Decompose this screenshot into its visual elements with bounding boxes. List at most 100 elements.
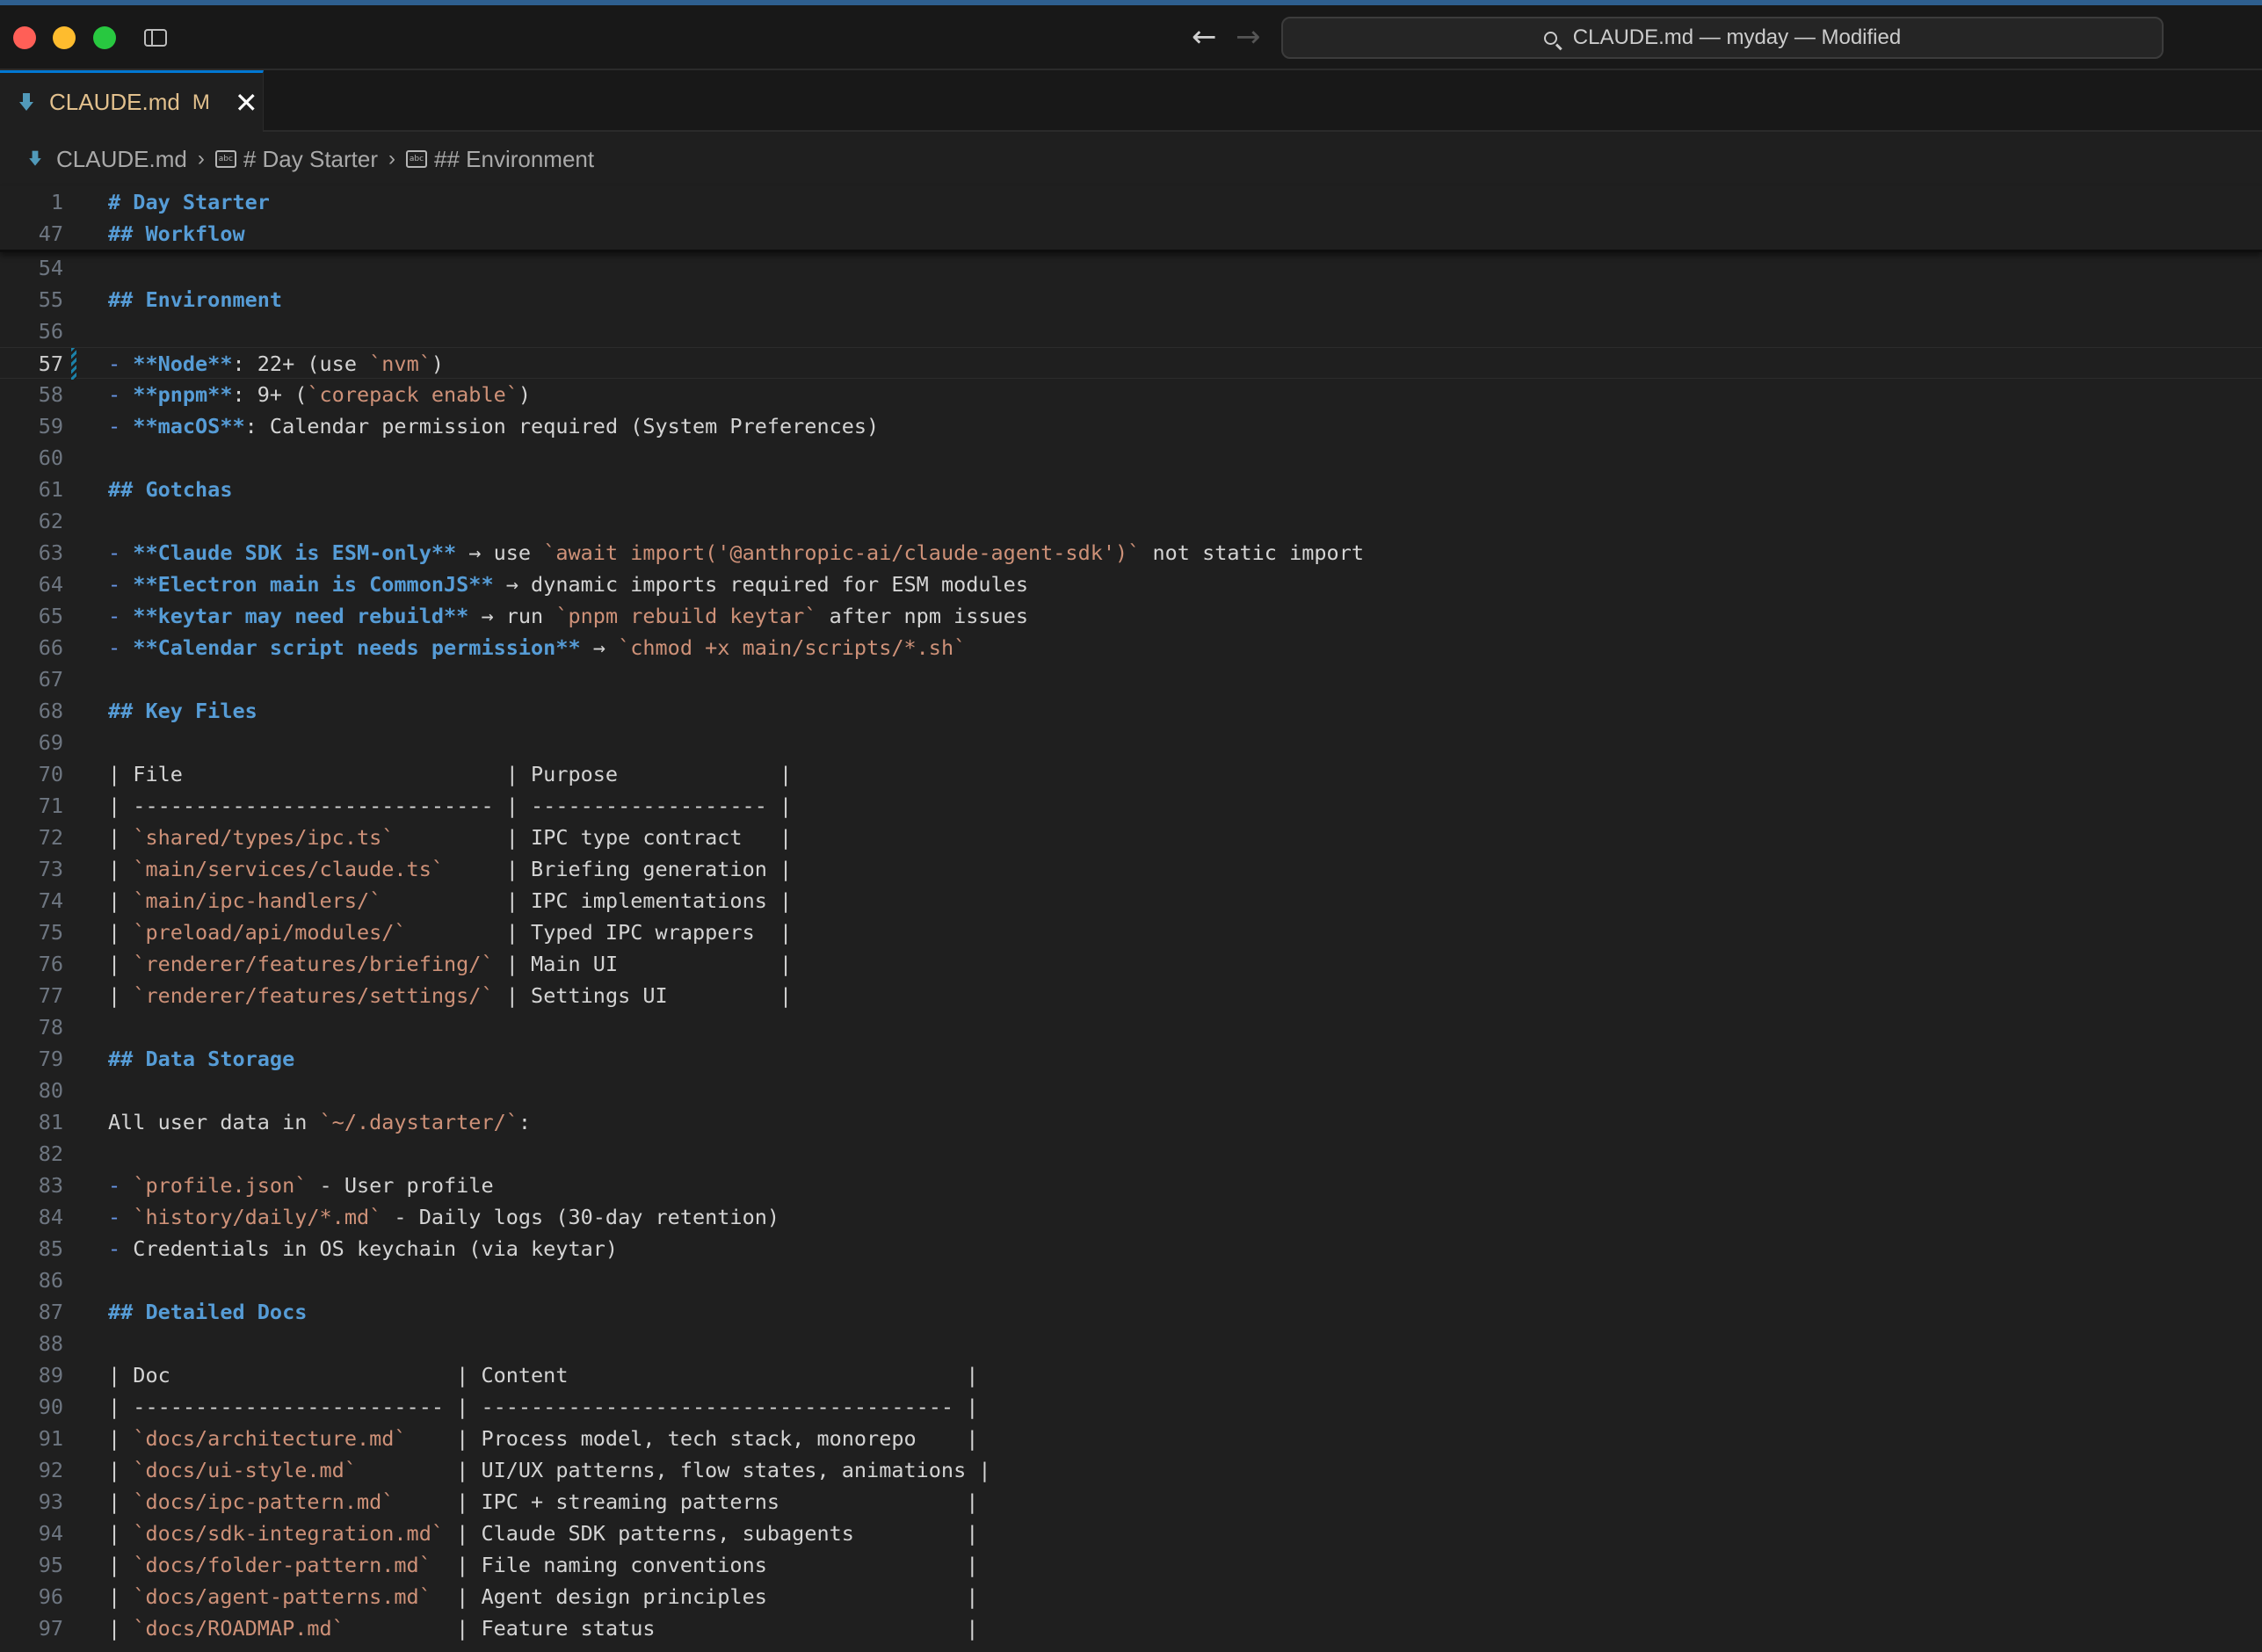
code-line[interactable]: 89 | Doc | Content |	[0, 1359, 2262, 1391]
line-number: 1	[50, 190, 63, 214]
code-line[interactable]: 93 | `docs/ipc-pattern.md` | IPC + stream…	[0, 1486, 2262, 1518]
code-line[interactable]: 59 - **macOS**: Calendar permission requi…	[0, 410, 2262, 442]
zoom-window-button[interactable]	[93, 26, 116, 49]
line-content: | `preload/api/modules/` | Typed IPC wra…	[108, 917, 792, 948]
code-line[interactable]: 64 - **Electron main is CommonJS** → dyna…	[0, 569, 2262, 600]
code-line[interactable]: 81 All user data in `~/.daystarter/`:	[0, 1106, 2262, 1138]
code-line[interactable]: 84 - `history/daily/*.md` - Daily logs (3…	[0, 1201, 2262, 1233]
code-line[interactable]: 62	[0, 505, 2262, 537]
chevron-right-icon: ›	[388, 147, 395, 170]
token: | Process model, tech stack, monorepo |	[406, 1426, 979, 1451]
code-line[interactable]: 76 | `renderer/features/briefing/` | Main…	[0, 948, 2262, 980]
sticky-line[interactable]: 47 ## Workflow	[0, 218, 2262, 250]
breadcrumb-heading-1[interactable]: # Day Starter	[243, 146, 378, 173]
line-number: 57	[38, 351, 63, 376]
line-number: 78	[38, 1015, 63, 1040]
line-number: 89	[38, 1363, 63, 1388]
code-line[interactable]: 80	[0, 1075, 2262, 1106]
code-line[interactable]: 57 - **Node**: 22+ (use `nvm`)	[0, 347, 2262, 380]
breadcrumb-file[interactable]: CLAUDE.md	[56, 146, 187, 173]
code-line[interactable]: 56	[0, 315, 2262, 347]
code-line[interactable]: 94 | `docs/sdk-integration.md` | Claude S…	[0, 1518, 2262, 1549]
line-content: | `docs/sdk-integration.md` | Claude SDK…	[108, 1518, 978, 1549]
code-line[interactable]: 55 ## Environment	[0, 284, 2262, 315]
token: →	[580, 635, 619, 660]
line-content: - **Claude SDK is ESM-only** → use `awai…	[108, 537, 1364, 569]
line-number: 85	[38, 1236, 63, 1261]
tab-claude-md[interactable]: CLAUDE.md M ✕	[0, 70, 264, 132]
code-line[interactable]: 75 | `preload/api/modules/` | Typed IPC w…	[0, 917, 2262, 948]
close-window-button[interactable]	[13, 26, 36, 49]
chevron-right-icon: ›	[197, 147, 205, 170]
code-line[interactable]: 82	[0, 1138, 2262, 1170]
line-number: 97	[38, 1616, 63, 1641]
code-line[interactable]: 83 - `profile.json` - User profile	[0, 1170, 2262, 1201]
line-number: 62	[38, 509, 63, 533]
token: `main/services/claude.ts`	[133, 857, 445, 881]
code-line[interactable]: 87 ## Detailed Docs	[0, 1296, 2262, 1328]
forward-arrow-icon[interactable]: →	[1236, 19, 1261, 54]
line-content: | `renderer/features/briefing/` | Main U…	[108, 948, 792, 980]
line-number: 83	[38, 1173, 63, 1198]
token: **Electron main is CommonJS**	[133, 572, 494, 597]
line-content: ## Gotchas	[108, 474, 232, 505]
code-line[interactable]: 91 | `docs/architecture.md` | Process mod…	[0, 1423, 2262, 1454]
token: `docs/sdk-integration.md`	[133, 1521, 445, 1546]
code-line[interactable]: 85 - Credentials in OS keychain (via keyt…	[0, 1233, 2262, 1264]
code-line[interactable]: 90 | ------------------------- | --------…	[0, 1391, 2262, 1423]
code-line[interactable]: 88	[0, 1328, 2262, 1359]
code-line[interactable]: 74 | `main/ipc-handlers/` | IPC implement…	[0, 885, 2262, 917]
code-line[interactable]: 77 | `renderer/features/settings/` | Sett…	[0, 980, 2262, 1011]
close-icon[interactable]: ✕	[235, 89, 258, 117]
code-line[interactable]: 78	[0, 1011, 2262, 1043]
token: -	[108, 351, 134, 376]
code-editor[interactable]: 1 # Day Starter 47 ## Workflow 54 55 ## Envir…	[0, 186, 2262, 1652]
breadcrumb-heading-2[interactable]: ## Environment	[434, 146, 594, 173]
token: | Claude SDK patterns, subagents |	[444, 1521, 979, 1546]
code-line[interactable]: 54	[0, 252, 2262, 284]
token: |	[108, 1458, 134, 1482]
command-center-search[interactable]: CLAUDE.md — myday — Modified	[1281, 17, 2164, 59]
line-number: 65	[38, 604, 63, 628]
token: |	[108, 857, 134, 881]
line-number: 90	[38, 1395, 63, 1419]
back-arrow-icon[interactable]: ←	[1192, 19, 1217, 54]
token: → dynamic imports required for ESM modul…	[493, 572, 1028, 597]
code-line[interactable]: 95 | `docs/folder-pattern.md` | File nami…	[0, 1549, 2262, 1581]
line-content: | `main/ipc-handlers/` | IPC implementat…	[108, 885, 792, 917]
code-line[interactable]: 66 - **Calendar script needs permission**…	[0, 632, 2262, 663]
code-line[interactable]: 60	[0, 442, 2262, 474]
token: |	[108, 1584, 134, 1609]
token: `history/daily/*.md`	[133, 1205, 382, 1229]
token: `chmod +x main/scripts/*.sh`	[618, 635, 967, 660]
code-line[interactable]: 97 | `docs/ROADMAP.md` | Feature status |	[0, 1612, 2262, 1644]
line-content: | ----------------------------- | ------…	[108, 790, 792, 822]
code-line[interactable]: 92 | `docs/ui-style.md` | UI/UX patterns,…	[0, 1454, 2262, 1486]
code-line[interactable]: 70 | File | Purpose |	[0, 758, 2262, 790]
code-line[interactable]: 96 | `docs/agent-patterns.md` | Agent des…	[0, 1581, 2262, 1612]
line-number: 96	[38, 1584, 63, 1609]
code-line[interactable]: 73 | `main/services/claude.ts` | Briefing…	[0, 853, 2262, 885]
minimize-window-button[interactable]	[53, 26, 76, 49]
token: `pnpm rebuild keytar`	[555, 604, 817, 628]
code-line[interactable]: 65 - **keytar may need rebuild** → run `p…	[0, 600, 2262, 632]
line-number: 91	[38, 1426, 63, 1451]
token: ## Workflow	[108, 221, 245, 246]
code-line[interactable]: 61 ## Gotchas	[0, 474, 2262, 505]
code-line[interactable]: 79 ## Data Storage	[0, 1043, 2262, 1075]
code-line[interactable]: 69	[0, 727, 2262, 758]
sticky-line[interactable]: 1 # Day Starter	[0, 186, 2262, 218]
markdown-file-icon	[29, 150, 41, 168]
code-line[interactable]: 67	[0, 663, 2262, 695]
token: -	[108, 382, 134, 407]
sticky-scroll-header[interactable]: 1 # Day Starter 47 ## Workflow	[0, 186, 2262, 252]
code-line[interactable]: 71 | ----------------------------- | ----…	[0, 790, 2262, 822]
code-line[interactable]: 72 | `shared/types/ipc.ts` | IPC type con…	[0, 822, 2262, 853]
tab-title: CLAUDE.md	[49, 89, 180, 115]
line-content: | `docs/ipc-pattern.md` | IPC + streamin…	[108, 1486, 978, 1518]
code-line[interactable]: 58 - **pnpm**: 9+ (`corepack enable`)	[0, 379, 2262, 410]
code-line[interactable]: 86	[0, 1264, 2262, 1296]
code-line[interactable]: 63 - **Claude SDK is ESM-only** → use `aw…	[0, 537, 2262, 569]
code-line[interactable]: 68 ## Key Files	[0, 695, 2262, 727]
toggle-sidebar-icon[interactable]	[144, 29, 167, 47]
